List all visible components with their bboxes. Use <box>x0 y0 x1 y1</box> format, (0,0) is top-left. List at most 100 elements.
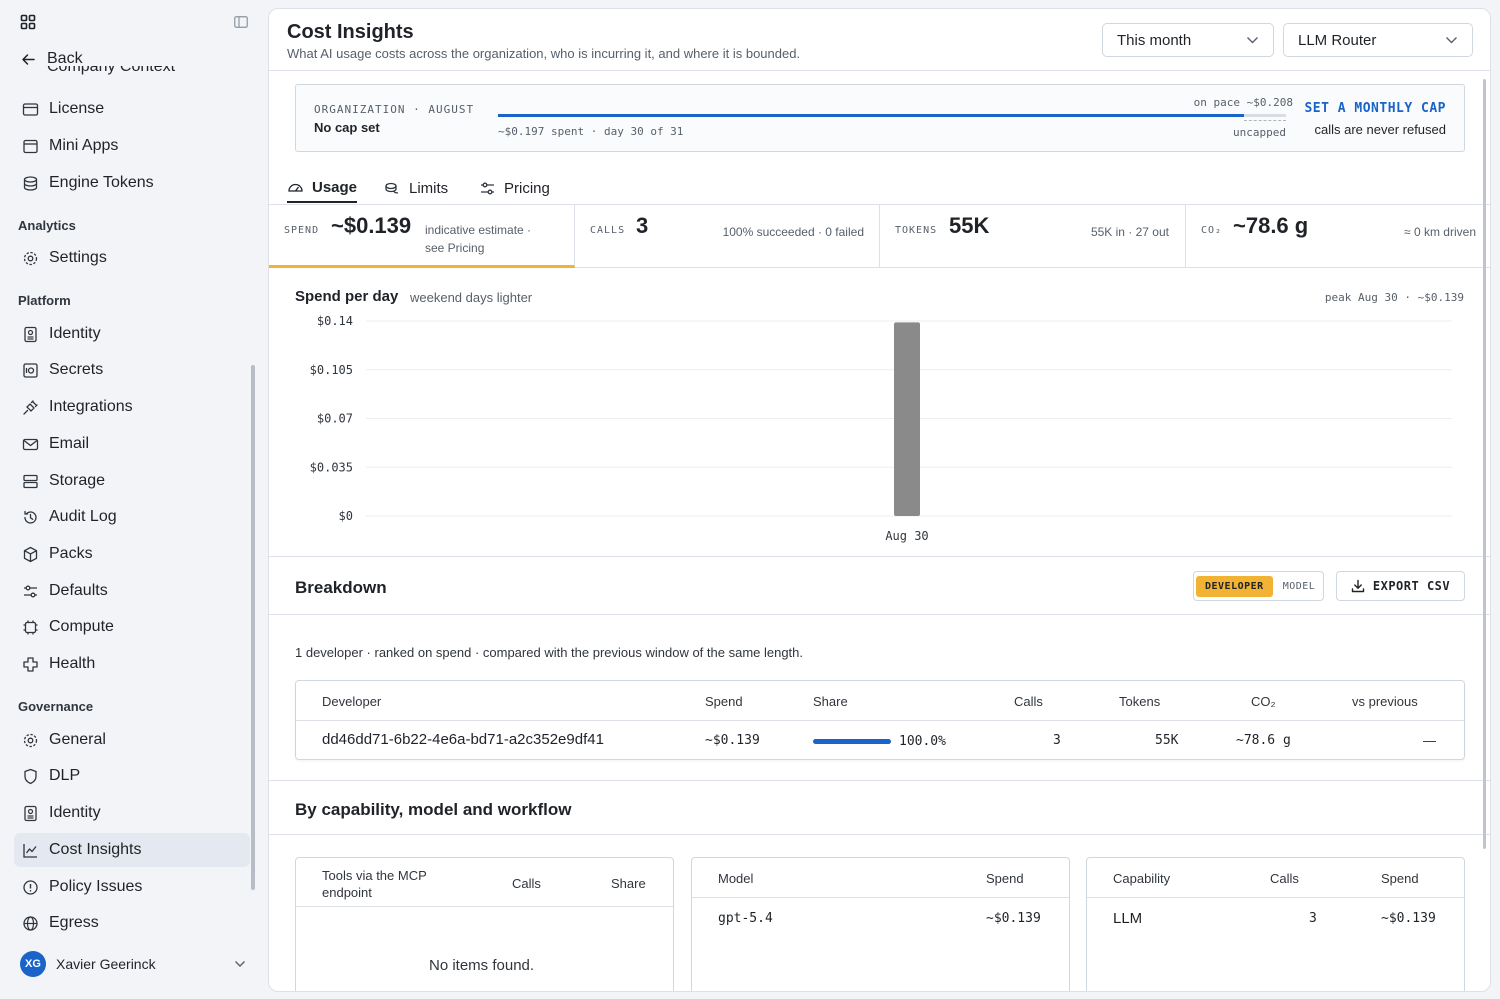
stat-note-line: indicative estimate · <box>425 223 532 237</box>
tab-label: Limits <box>409 179 449 197</box>
chart-divider <box>269 556 1490 557</box>
column-header-line: endpoint <box>322 885 372 900</box>
y-tick-label: $0.105 <box>310 363 353 377</box>
sidebar-item-engine-tokens[interactable]: Engine Tokens <box>14 166 250 200</box>
column-header: vs previous <box>1352 694 1418 709</box>
sidebar-item-label: General <box>49 731 106 748</box>
stat-value: ~78.6 g <box>1233 213 1309 238</box>
sidebar-item-storage[interactable]: Storage <box>14 464 250 498</box>
mail-icon <box>22 438 39 450</box>
capability-name: LLM <box>1113 910 1143 927</box>
sidebar-item-label: DLP <box>49 767 81 784</box>
sidebar-scrollbar[interactable] <box>251 365 255 890</box>
sidebar-collapse-icon[interactable] <box>234 16 248 28</box>
capability-spend: ~$0.139 <box>1381 911 1436 926</box>
sidebar-item-health[interactable]: Health <box>14 647 250 681</box>
model-name: gpt-5.4 <box>718 911 773 926</box>
column-header: Calls <box>512 876 541 891</box>
stat-note-line: see Pricing <box>425 241 485 255</box>
sidebar-item-compute[interactable]: Compute <box>14 610 250 644</box>
org-cap-status: No cap set <box>314 120 380 135</box>
toggle-model[interactable]: MODEL <box>1277 576 1322 597</box>
router-select[interactable]: LLM Router <box>1283 23 1473 57</box>
y-tick-label: $0.07 <box>317 412 353 426</box>
sidebar-item-email[interactable]: Email <box>14 427 250 461</box>
tab-limits[interactable]: Limits <box>384 173 448 203</box>
sidebar-item-audit-log[interactable]: Audit Log <box>14 500 250 534</box>
coins-icon <box>385 182 399 193</box>
tab-usage[interactable]: Usage <box>287 173 358 203</box>
sidebar-item-integrations[interactable]: Integrations <box>14 390 250 424</box>
capability-divider <box>269 834 1490 835</box>
capability-title: By capability, model and workflow <box>295 800 572 819</box>
column-header: Tools via the MCP endpoint <box>322 867 427 901</box>
sidebar-item-label: Identity <box>49 325 101 342</box>
column-header: Share <box>813 694 848 709</box>
sidebar-item-label: License <box>49 100 105 117</box>
sidebar-item-label: Company Context <box>47 66 176 75</box>
org-cap-banner: ORGANIZATION · AUGUST No cap set on pace… <box>295 84 1465 152</box>
sidebar-item-policy-issues[interactable]: Policy Issues <box>14 870 250 904</box>
sidebar-item-secrets[interactable]: Secrets <box>14 353 250 387</box>
column-header: Tokens <box>1119 694 1161 709</box>
sidebar-item-label: Settings <box>49 249 107 266</box>
column-header: Developer <box>322 694 382 709</box>
column-header: Spend <box>986 871 1024 886</box>
chevron-down-icon <box>1446 37 1457 44</box>
sidebar-item-general[interactable]: General <box>14 723 250 757</box>
main-scrollbar[interactable] <box>1483 79 1486 849</box>
sidebar-item-settings[interactable]: Settings <box>14 241 250 275</box>
sidebar-item-cost-insights[interactable]: Cost Insights <box>14 833 250 867</box>
cpu-icon <box>23 620 38 634</box>
period-select[interactable]: This month <box>1102 23 1274 57</box>
stat-calls[interactable]: CALLS 3 100% succeeded · 0 failed <box>575 205 880 268</box>
set-monthly-cap-link[interactable]: SET A MONTHLY CAP <box>1304 101 1446 116</box>
alert-circle-icon <box>23 879 38 895</box>
stat-label: CALLS <box>590 225 626 236</box>
table-divider <box>296 720 1464 721</box>
sidebar-item-mini-apps[interactable]: Mini Apps <box>14 129 250 163</box>
sidebar-item-label: Engine Tokens <box>49 174 154 191</box>
sidebar-item-label: Compute <box>49 618 114 635</box>
page-title: Cost Insights <box>287 21 414 43</box>
tab-pricing[interactable]: Pricing <box>479 173 550 203</box>
sidebar-item-identity-governance[interactable]: Identity <box>14 796 250 830</box>
bar[interactable] <box>894 322 920 516</box>
sidebar-item-dlp[interactable]: DLP <box>14 759 250 793</box>
app-grid-icon[interactable] <box>20 14 36 30</box>
section-platform: Platform <box>18 293 71 308</box>
breakdown-toggle[interactable]: DEVELOPER MODEL <box>1193 571 1324 601</box>
download-icon <box>1351 579 1365 593</box>
stat-note: 55K in · 27 out <box>1090 225 1169 239</box>
sidebar-item-defaults[interactable]: Defaults <box>14 574 250 608</box>
export-csv-button[interactable]: EXPORT CSV <box>1336 571 1465 601</box>
sidebar-item-company-context[interactable]: Company Context <box>47 66 175 80</box>
sidebar-item-identity[interactable]: Identity <box>14 317 250 351</box>
toggle-developer[interactable]: DEVELOPER <box>1196 575 1273 597</box>
stat-label: TOKENS <box>895 225 938 236</box>
row-share: 100.0% <box>899 734 946 749</box>
chart-subtitle: weekend days lighter <box>410 290 533 305</box>
sidebar-item-label: Packs <box>49 545 93 562</box>
globe-icon <box>23 915 38 931</box>
sidebar-item-egress[interactable]: Egress <box>14 906 250 940</box>
tab-label: Usage <box>312 178 358 196</box>
user-menu[interactable]: XG Xavier Geerinck <box>20 950 252 978</box>
breakdown-title: Breakdown <box>295 578 387 597</box>
sidebar-item-license[interactable]: License <box>14 92 250 126</box>
stat-co2[interactable]: CO₂ ~78.6 g ≈ 0 km driven <box>1186 205 1490 268</box>
stat-spend[interactable]: SPEND ~$0.139 indicative estimate · see … <box>269 205 575 268</box>
window-icon <box>23 139 38 153</box>
org-pace-projection <box>1244 120 1286 121</box>
table-divider <box>296 906 673 907</box>
breakdown-divider <box>269 614 1490 615</box>
stat-tokens[interactable]: TOKENS 55K 55K in · 27 out <box>880 205 1186 268</box>
developer-id[interactable]: dd46dd71-6b22-4e6a-bd71-a2c352e9df41 <box>322 731 604 748</box>
section-analytics: Analytics <box>18 218 76 233</box>
empty-state: No items found. <box>429 957 535 974</box>
package-icon <box>23 546 38 562</box>
sidebar-item-packs[interactable]: Packs <box>14 537 250 571</box>
sliders-icon <box>481 182 494 194</box>
database-icon <box>23 474 38 488</box>
gear-icon <box>23 251 38 265</box>
